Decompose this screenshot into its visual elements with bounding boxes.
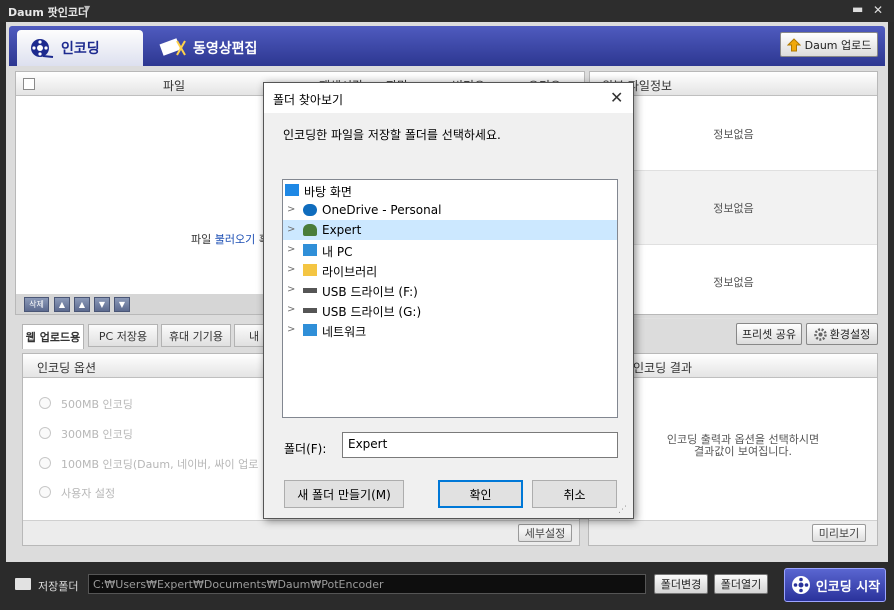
dialog-title-bar: 폴더 찾아보기 ✕ — [264, 83, 633, 113]
encoding-result-title: 인코딩 결과 — [633, 361, 693, 375]
start-encode-button[interactable]: 인코딩 시작 — [784, 568, 886, 602]
cancel-button[interactable]: 취소 — [532, 480, 617, 508]
option-300mb-label: 300MB 인코딩 — [61, 428, 133, 441]
chevron-right-icon[interactable]: > — [287, 244, 295, 255]
chevron-right-icon[interactable]: > — [287, 264, 295, 275]
dialog-close-icon[interactable]: ✕ — [610, 88, 623, 107]
radio-custom[interactable] — [39, 486, 51, 498]
delete-button[interactable]: 삭제 — [24, 297, 49, 312]
browse-folder-dialog: 폴더 찾아보기 ✕ 인코딩한 파일을 저장할 폴더를 선택하세요. 바탕 화면 … — [263, 82, 634, 519]
chevron-right-icon[interactable]: > — [287, 304, 295, 315]
option-custom-label: 사용자 설정 — [61, 487, 116, 500]
change-folder-button[interactable]: 폴더변경 — [654, 574, 708, 594]
folder-field[interactable]: Expert — [342, 432, 618, 458]
computer-icon — [303, 244, 317, 256]
usb-drive-icon — [303, 308, 317, 313]
close-icon[interactable]: ✕ — [873, 3, 883, 17]
gear-icon — [814, 327, 827, 341]
encoding-options-title: 인코딩 옵션 — [37, 361, 97, 375]
move-bottom-button[interactable]: ▼ — [114, 297, 130, 312]
dialog-title: 폴더 찾아보기 — [273, 93, 344, 107]
radio-300mb[interactable] — [39, 427, 51, 439]
detail-settings-button[interactable]: 세부설정 — [518, 524, 572, 542]
title-bar: Daum 팟인코더 ▼ ▬ ✕ — [0, 0, 894, 22]
tree-item-my-pc[interactable]: > 내 PC — [283, 240, 617, 260]
cloud-icon — [303, 204, 317, 216]
tree-item-network[interactable]: > 네트워크 — [283, 320, 617, 340]
move-top-button[interactable]: ▲ — [54, 297, 70, 312]
chevron-right-icon[interactable]: > — [287, 284, 295, 295]
save-folder-label: 저장폴더 — [38, 580, 79, 593]
film-reel-icon — [31, 39, 54, 58]
tree-item-library[interactable]: > 라이브러리 — [283, 260, 617, 280]
radio-100mb[interactable] — [39, 457, 51, 469]
network-icon — [303, 324, 317, 336]
film-reel-icon — [791, 576, 810, 594]
daum-upload-button[interactable]: Daum 업로드 — [780, 32, 878, 57]
option-500mb-label: 500MB 인코딩 — [61, 398, 133, 411]
tab-encode[interactable]: 인코딩 — [17, 30, 143, 66]
bottom-bar: 저장폴더 C:₩Users₩Expert₩Documents₩Daum₩PotE… — [0, 562, 894, 610]
main-tab-bar: 인코딩 동영상편집 Daum 업로드 — [9, 26, 885, 66]
tab-encode-label: 인코딩 — [61, 41, 100, 57]
tab-video-edit[interactable]: 동영상편집 — [147, 30, 277, 66]
title-menu-arrow-icon[interactable]: ▼ — [84, 4, 90, 13]
app-title: Daum 팟인코더 — [8, 6, 89, 19]
radio-500mb[interactable] — [39, 397, 51, 409]
move-down-button[interactable]: ▼ — [94, 297, 110, 312]
upload-arrow-icon — [786, 37, 801, 51]
start-encode-label: 인코딩 시작 — [815, 579, 881, 595]
move-up-button[interactable]: ▲ — [74, 297, 90, 312]
new-folder-button[interactable]: 새 폴더 만들기(M) — [284, 480, 404, 508]
folder-tree[interactable]: 바탕 화면 > OneDrive - Personal > Expert > 내… — [282, 179, 618, 418]
tree-item-expert[interactable]: > Expert — [283, 220, 617, 240]
ok-button[interactable]: 확인 — [438, 480, 523, 508]
folder-icon — [15, 578, 31, 590]
usb-drive-icon — [303, 288, 317, 293]
tree-item-usb-f[interactable]: > USB 드라이브 (F:) — [283, 280, 617, 300]
dialog-instruction: 인코딩한 파일을 저장할 폴더를 선택하세요. — [283, 128, 501, 142]
chevron-right-icon[interactable]: > — [287, 204, 295, 215]
chevron-right-icon[interactable]: > — [287, 324, 295, 335]
subtab-web-upload[interactable]: 웹 업로드용 — [22, 324, 84, 349]
save-path-field[interactable]: C:₩Users₩Expert₩Documents₩Daum₩PotEncode… — [88, 574, 646, 594]
tree-item-desktop[interactable]: 바탕 화면 — [283, 180, 617, 200]
chevron-right-icon[interactable]: > — [287, 224, 295, 235]
subtab-mobile[interactable]: 휴대 기기용 — [161, 324, 231, 347]
daum-upload-label: Daum 업로드 — [804, 38, 872, 52]
settings-label: 환경설정 — [829, 328, 871, 341]
column-file[interactable]: 파일 — [163, 77, 185, 94]
tree-item-usb-g[interactable]: > USB 드라이브 (G:) — [283, 300, 617, 320]
user-icon — [303, 224, 317, 236]
tab-video-edit-label: 동영상편집 — [193, 41, 258, 57]
option-100mb-label: 100MB 인코딩(Daum, 네이버, 싸이 업로 — [61, 458, 259, 471]
desktop-icon — [285, 184, 299, 196]
encoding-options-footer: 세부설정 — [23, 520, 579, 545]
file-load-hint: 파일 불러오기 혹 — [191, 233, 269, 246]
library-folder-icon — [303, 264, 317, 276]
settings-button[interactable]: 환경설정 — [806, 323, 878, 345]
tree-item-onedrive[interactable]: > OneDrive - Personal — [283, 200, 617, 220]
encoding-result-hint: 인코딩 출력과 옵션을 선택하시면 결과값이 보여집니다. — [666, 433, 820, 458]
select-all-checkbox[interactable] — [23, 78, 35, 90]
video-edit-icon — [159, 38, 186, 56]
minimize-icon[interactable]: ▬ — [852, 2, 863, 16]
subtab-pc-storage[interactable]: PC 저장용 — [88, 324, 158, 347]
open-folder-button[interactable]: 폴더열기 — [714, 574, 768, 594]
preset-share-button[interactable]: 프리셋 공유 — [736, 323, 802, 345]
load-files-link[interactable]: 불러오기 — [215, 233, 255, 246]
folder-label: 폴더(F): — [284, 442, 327, 456]
preview-button[interactable]: 미리보기 — [812, 524, 866, 542]
resize-grip-icon[interactable]: ⋰ — [618, 505, 630, 517]
encoding-result-footer: 미리보기 — [589, 520, 877, 545]
